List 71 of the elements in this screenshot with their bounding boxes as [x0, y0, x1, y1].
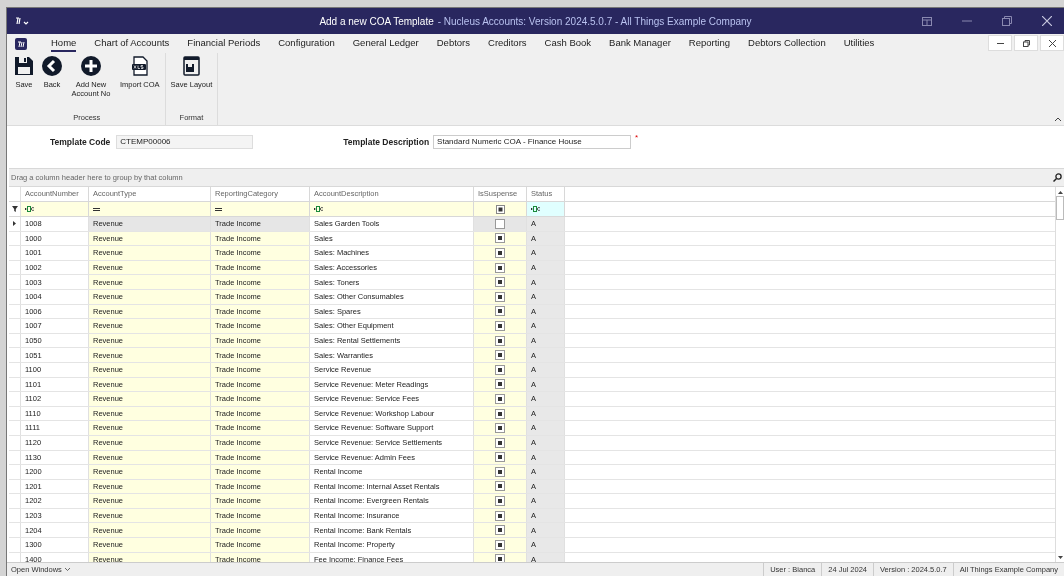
- checkbox[interactable]: [495, 510, 505, 521]
- contains-filter-icon[interactable]: [25, 206, 35, 212]
- back-icon: [42, 56, 62, 76]
- checkbox[interactable]: [495, 379, 505, 390]
- window-title: Add a new COA Template: [319, 14, 434, 29]
- scroll-up-icon[interactable]: [1057, 191, 1063, 194]
- current-row-icon: [13, 221, 16, 227]
- scroll-down-icon[interactable]: [1057, 556, 1063, 559]
- checkbox[interactable]: [495, 481, 505, 492]
- menu-tab[interactable]: General Ledger: [352, 35, 419, 52]
- checkbox[interactable]: [495, 262, 505, 273]
- add-icon: [81, 56, 101, 76]
- menu-tab[interactable]: Cash Book: [544, 35, 592, 52]
- equals-filter-icon[interactable]: [215, 207, 222, 211]
- checkbox[interactable]: [495, 218, 505, 229]
- checkbox[interactable]: [495, 466, 505, 477]
- template-code-field[interactable]: CTEMP00006: [116, 135, 254, 149]
- xls-file-icon: [129, 56, 150, 76]
- contains-filter-icon[interactable]: [531, 206, 541, 212]
- menu-tab[interactable]: Configuration: [278, 35, 335, 52]
- checkbox[interactable]: [495, 496, 505, 507]
- checkbox[interactable]: [495, 248, 505, 258]
- checkbox[interactable]: [495, 393, 505, 404]
- checkbox[interactable]: [495, 423, 505, 434]
- app-logo-icon[interactable]: [15, 37, 27, 50]
- checkbox[interactable]: [495, 437, 505, 448]
- menu-tab[interactable]: Chart of Accounts: [94, 35, 170, 52]
- chevron-down-icon[interactable]: [64, 568, 70, 571]
- filter-icon[interactable]: [11, 206, 18, 212]
- menu-tab[interactable]: Creditors: [488, 35, 527, 52]
- minimize-icon: [996, 42, 1004, 44]
- checkbox[interactable]: [495, 408, 505, 419]
- menu-tab[interactable]: Reporting: [688, 35, 731, 52]
- checkbox[interactable]: [495, 306, 505, 317]
- close-icon[interactable]: [1042, 16, 1052, 26]
- collapse-ribbon-icon[interactable]: [1055, 117, 1061, 121]
- field-label: Template Code: [50, 135, 111, 149]
- window-subtitle: - Nucleus Accounts: Version 2024.5.0.7 - All Things Example Company: [437, 14, 752, 29]
- menu-tab[interactable]: Bank Manager: [609, 35, 671, 52]
- restore-icon: [1022, 39, 1030, 47]
- restore-button[interactable]: [1014, 35, 1038, 51]
- restore-icon[interactable]: [1002, 16, 1012, 26]
- close-icon: [1048, 39, 1056, 47]
- equals-filter-icon[interactable]: [93, 207, 100, 211]
- layout-icon[interactable]: [922, 16, 932, 26]
- checkbox[interactable]: [495, 539, 505, 550]
- save-icon: [14, 56, 34, 76]
- checkbox[interactable]: [495, 277, 505, 288]
- menu-tab[interactable]: Debtors: [436, 35, 470, 52]
- checkbox[interactable]: [495, 350, 505, 361]
- checkbox[interactable]: [495, 364, 505, 375]
- menu-tab[interactable]: Home: [51, 35, 77, 52]
- close-button[interactable]: [1040, 35, 1064, 51]
- checkbox[interactable]: [495, 525, 505, 536]
- menu-tab[interactable]: Utilities: [843, 35, 875, 52]
- checkbox[interactable]: [495, 320, 505, 331]
- checkbox[interactable]: [495, 291, 505, 302]
- search-icon[interactable]: [1053, 173, 1062, 182]
- scroll-thumb[interactable]: [1056, 196, 1064, 220]
- checkbox-filter-icon[interactable]: [495, 204, 505, 214]
- required-mark: *: [635, 132, 639, 144]
- contains-filter-icon[interactable]: [314, 206, 324, 212]
- menu-tab[interactable]: Financial Periods: [187, 35, 261, 52]
- checkbox[interactable]: [495, 335, 505, 346]
- checkbox[interactable]: [495, 233, 505, 244]
- save-layout-icon: [181, 56, 202, 76]
- app-menu-icon[interactable]: [15, 16, 29, 26]
- template-description-field[interactable]: Standard Numeric COA - Finance House: [433, 135, 632, 149]
- checkbox[interactable]: [495, 452, 505, 463]
- field-label: Template Description: [343, 135, 430, 149]
- menu-tab[interactable]: Debtors Collection: [748, 35, 826, 52]
